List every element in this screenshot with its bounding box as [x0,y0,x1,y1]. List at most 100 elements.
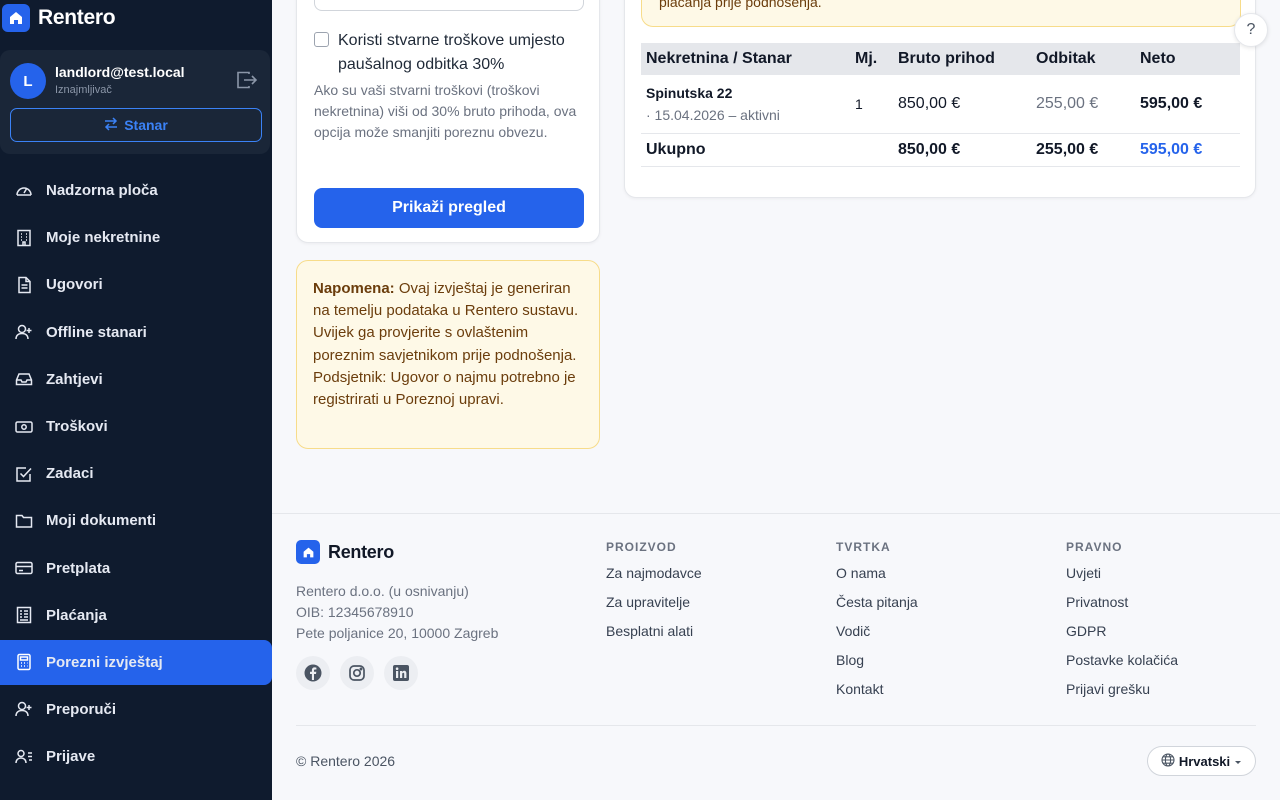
report-card: plaćanja prije podnošenja. Nekretnina / … [624,0,1256,198]
globe-icon [1161,752,1175,770]
checkbox-icon [14,464,34,484]
user-list-icon [14,747,34,767]
brand-name: Rentero [38,6,116,29]
help-button[interactable]: ? [1234,13,1268,47]
folder-icon [14,511,34,531]
sidebar-item-applications[interactable]: Prijave [0,733,272,780]
user-plus-icon [14,322,34,342]
sidebar-item-label: Nadzorna ploča [46,182,158,200]
total-row: Ukupno 850,00 € 255,00 € 595,00 € [641,133,1240,167]
sidebar-item-tasks[interactable]: Zadaci [0,450,272,497]
gauge-icon [14,181,34,201]
caret-down-icon [1234,754,1242,769]
footer-column-legal: PRAVNO Uvjeti Privatnost GDPR Postavke k… [1066,540,1178,708]
footer-link[interactable]: Za upravitelje [606,592,702,621]
footer-column-title: PRAVNO [1066,540,1123,554]
actual-costs-checkbox[interactable] [314,32,329,47]
total-deduction: 255,00 € [1031,133,1135,167]
footer-link[interactable]: Postavke kolačića [1066,650,1178,679]
footer-link[interactable]: Blog [836,650,918,679]
note-text: Ovaj izvještaj je generiran na temelju p… [313,280,579,409]
footer-link[interactable]: GDPR [1066,621,1178,650]
footer-link[interactable]: Za najmodavce [606,563,702,592]
sidebar-item-offline-tenants[interactable]: Offline stanari [0,309,272,356]
inbox-icon [14,369,34,389]
deduction-cell: 255,00 € [1031,75,1135,134]
brand[interactable]: Rentero [2,2,116,34]
warning-banner: plaćanja prije podnošenja. [641,0,1241,27]
facebook-icon[interactable] [296,656,330,690]
social-links [296,656,418,690]
sidebar-item-documents[interactable]: Moji dokumenti [0,497,272,544]
sidebar-item-referrals[interactable]: Preporuči [0,686,272,733]
sidebar-item-label: Zadaci [46,465,94,483]
footer-divider [296,725,1256,726]
sidebar-item-payments[interactable]: Plaćanja [0,592,272,639]
sidebar-item-label: Porezni izvještaj [46,653,163,671]
footer-column-product: PROIZVOD Za najmodavce Za upravitelje Be… [606,540,702,650]
user-role: Iznajmljivač [55,84,112,96]
instagram-icon[interactable] [340,656,374,690]
tax-options-card: Koristi stvarne troškove umjesto paušaln… [296,0,600,243]
sidebar-item-label: Ugovori [46,276,103,294]
total-gross: 850,00 € [893,133,1031,167]
report-table: Nekretnina / Stanar Mj. Bruto prihod Odb… [641,43,1240,167]
disclaimer-note: Napomena: Ovaj izvještaj je generiran na… [296,260,600,449]
credit-card-icon [14,558,34,578]
total-months-cell [850,133,893,167]
avatar: L [10,63,46,99]
copyright: © Rentero 2026 [296,753,396,769]
building-icon [14,228,34,248]
footer-link[interactable]: Besplatni alati [606,621,702,650]
home-icon [2,4,30,32]
sidebar-item-contracts[interactable]: Ugovori [0,261,272,308]
sidebar-item-subscription[interactable]: Pretplata [0,545,272,592]
calculator-icon [14,652,34,672]
user-plus-icon [14,699,34,719]
footer-link[interactable]: Privatnost [1066,592,1178,621]
property-name: Spinutska 22 [646,84,733,101]
company-name: Rentero d.o.o. (u osnivanju) [296,583,469,599]
language-select[interactable]: Hrvatski [1147,746,1256,776]
footer-link[interactable]: Prijavi grešku [1066,679,1178,708]
footer-link[interactable]: O nama [836,563,918,592]
document-icon [14,275,34,295]
sidebar-item-dashboard[interactable]: Nadzorna ploča [0,167,272,214]
property-cell: Spinutska 22 · 15.04.2026 – aktivni [641,75,850,134]
sidebar-item-label: Moje nekretnine [46,229,161,247]
switch-role-button[interactable]: Stanar [10,108,262,142]
sidebar-item-label: Moji dokumenti [46,512,156,530]
footer-link[interactable]: Kontakt [836,679,918,708]
actual-costs-help: Ako su vaši stvarni troškovi (troškovi n… [314,82,577,140]
company-info: Rentero d.o.o. (u osnivanju) OIB: 123456… [296,581,498,644]
sidebar-item-label: Zahtjevi [46,370,103,388]
year-select[interactable] [314,0,584,11]
footer: Rentero Rentero d.o.o. (u osnivanju) OIB… [272,513,1280,800]
sidebar-item-label: Troškovi [46,418,108,436]
footer-link[interactable]: Vodič [836,621,918,650]
home-icon [296,540,320,564]
actual-costs-label[interactable]: Koristi stvarne troškove umjesto paušaln… [338,29,588,77]
sidebar-item-label: Offline stanari [46,323,147,341]
sidebar-item-expenses[interactable]: Troškovi [0,403,272,450]
gross-cell: 850,00 € [893,75,1031,134]
footer-brand-name: Rentero [328,541,394,562]
column-header: Mj. [850,43,893,75]
table-row: Spinutska 22 · 15.04.2026 – aktivni 1 85… [641,75,1240,134]
footer-link[interactable]: Uvjeti [1066,563,1178,592]
show-preview-button[interactable]: Prikaži pregled [314,188,584,228]
sidebar: Rentero L landlord@test.local Iznajmljiv… [0,0,272,800]
sidebar-item-tax-report[interactable]: Porezni izvještaj [0,639,272,685]
sidebar-nav: Nadzorna ploča Moje nekretnine Ugovori O… [0,167,272,780]
footer-brand[interactable]: Rentero [296,540,394,564]
linkedin-icon[interactable] [384,656,418,690]
sidebar-item-properties[interactable]: Moje nekretnine [0,214,272,261]
logout-icon[interactable] [236,71,258,89]
sidebar-item-label: Plaćanja [46,606,107,624]
tenant-period: · 15.04.2026 – aktivni [646,106,780,123]
table-header: Nekretnina / Stanar Mj. Bruto prihod Odb… [641,43,1240,75]
sidebar-item-label: Preporuči [46,700,117,718]
total-net: 595,00 € [1135,133,1240,167]
footer-link[interactable]: Česta pitanja [836,592,918,621]
sidebar-item-requests[interactable]: Zahtjevi [0,356,272,403]
